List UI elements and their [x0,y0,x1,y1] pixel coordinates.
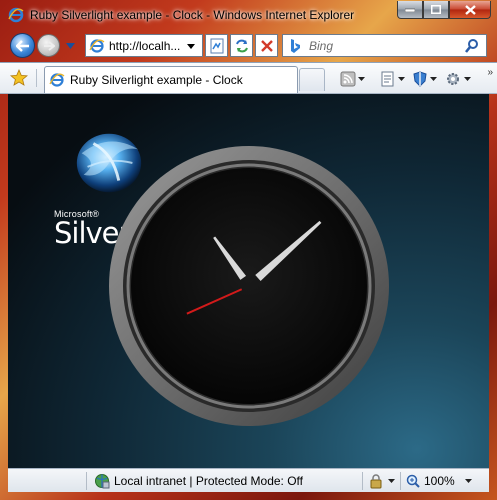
maximize-icon [431,5,441,14]
search-icon[interactable] [464,38,480,54]
caption-buttons [397,1,491,19]
navigation-bar: http://localh... Bing [0,30,497,62]
shield-icon [413,71,427,87]
security-zone[interactable]: Local intranet | Protected Mode: Off [94,473,303,489]
safety-menu-button[interactable] [412,69,437,89]
stop-icon [260,39,273,52]
tab-label: Ruby Silverlight example - Clock [70,73,243,87]
browser-window: Ruby Silverlight example - Clock - Windo… [0,0,497,500]
tab-bar: Ruby Silverlight example - Clock » [0,62,497,94]
page-icon [49,73,65,87]
zoom-icon [406,474,420,488]
maximize-button[interactable] [423,1,449,19]
clock-face [131,168,367,404]
chevron-down-icon [66,43,75,49]
rss-icon [340,71,356,87]
chevron-down-icon [187,43,195,49]
refresh-icon [235,39,248,52]
new-tab-button[interactable] [299,68,325,91]
history-dropdown[interactable] [66,41,75,50]
refresh-button[interactable] [230,34,253,57]
forward-button[interactable] [37,34,60,57]
feeds-button[interactable] [340,69,365,89]
silverlight-content[interactable]: Microsoft® Silverlight [8,94,489,468]
search-box[interactable]: Bing [282,34,487,57]
close-button[interactable] [449,1,491,19]
minimize-icon [405,8,415,12]
globe-icon [95,474,110,489]
title-bar[interactable]: Ruby Silverlight example - Clock - Windo… [0,0,497,30]
chevron-down-icon [430,77,437,81]
page-icon [89,38,105,53]
bing-icon [291,38,300,53]
zoom-button[interactable]: 100% [405,473,472,489]
zone-text: Local intranet | Protected Mode: Off [114,474,303,488]
divider [86,472,87,490]
close-icon [464,4,476,15]
divider [36,69,37,87]
window-title: Ruby Silverlight example - Clock - Windo… [30,8,355,22]
address-input[interactable]: http://localh... [109,39,185,53]
chevron-down-icon [464,77,471,81]
chevron-down-icon [388,479,395,483]
arrow-left-icon [15,39,29,52]
tools-menu-button[interactable] [444,69,471,89]
lock-icon [370,474,382,489]
address-dropdown[interactable] [187,41,195,51]
chevron-down-icon [464,479,472,483]
search-input[interactable]: Bing [309,39,464,53]
ie-icon [8,7,24,23]
compatibility-view-button[interactable] [205,34,228,57]
stop-button[interactable] [255,34,278,57]
privacy-button[interactable] [368,473,395,489]
chevron-down-icon [358,77,365,81]
analog-clock [109,146,389,426]
compatibility-icon [210,38,223,53]
gear-icon [447,73,459,85]
status-bar: Local intranet | Protected Mode: Off 100… [8,468,489,492]
more-commands-icon[interactable]: » [487,67,493,78]
favorites-star-icon[interactable] [10,69,28,87]
arrow-right-icon [43,40,55,51]
divider [400,472,401,490]
page-menu-icon [381,71,394,87]
zoom-level: 100% [424,474,455,488]
chevron-down-icon [398,77,405,81]
page-menu-button[interactable] [380,69,405,89]
address-bar[interactable]: http://localh... [85,34,203,57]
minimize-button[interactable] [397,1,423,19]
back-button[interactable] [10,33,35,58]
tab-clock[interactable]: Ruby Silverlight example - Clock [44,66,298,93]
divider [362,472,363,490]
